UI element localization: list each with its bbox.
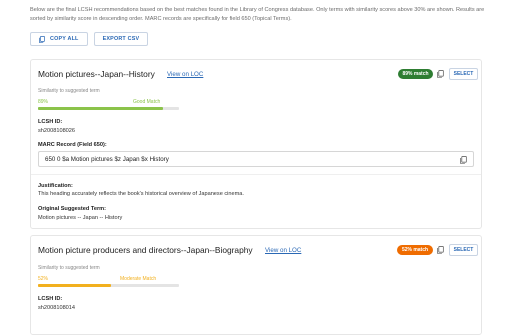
select-button[interactable]: SELECT [449,68,478,80]
export-csv-button[interactable]: EXPORT CSV [93,32,149,46]
intro-text: Below are the final LCSH recommendations… [30,7,485,22]
result-title: Motion picture producers and directors--… [38,245,253,255]
lcsh-id-value: sh2008108026 [38,128,76,134]
similarity-bar [38,284,179,287]
marc-record-field: 650 0 $a Motion pictures $z Japan $x His… [38,151,474,167]
justification-text: This heading accurately reflects the boo… [38,191,244,197]
lcsh-id-value: sh2008108014 [38,305,76,311]
copy-icon[interactable] [460,156,467,164]
similarity-bar [38,107,179,110]
similarity-label: Similarity to suggested term [38,88,100,94]
match-badge: 89% match [398,69,433,79]
copy-all-label: COPY ALL [50,36,79,42]
export-csv-label: EXPORT CSV [102,36,140,42]
action-bar: COPY ALL EXPORT CSV [30,32,149,46]
result-card: Motion pictures--Japan--History View on … [30,59,482,229]
lcsh-id-label: LCSH ID: [38,119,63,125]
match-badge: 52% match [397,245,433,255]
match-quality: Good Match [133,99,161,105]
marc-record-value: 650 0 $a Motion pictures $z Japan $x His… [45,156,169,163]
match-quality: Moderate Match [120,276,157,282]
original-term-label: Original Suggested Term: [38,206,106,212]
copy-icon[interactable] [437,70,444,78]
result-card: Motion picture producers and directors--… [30,235,482,335]
justification-label: Justification: [38,183,73,189]
view-on-loc-link[interactable]: View on LOC [265,247,301,254]
copy-all-button[interactable]: COPY ALL [30,32,88,46]
view-on-loc-link[interactable]: View on LOC [167,71,203,78]
divider [31,174,481,175]
copy-icon [39,35,45,43]
marc-record-label: MARC Record (Field 650): [38,142,107,148]
similarity-bar-fill [38,284,112,287]
lcsh-id-label: LCSH ID: [38,296,63,302]
similarity-percent: 89% [38,99,49,105]
similarity-bar-fill [38,107,164,110]
similarity-percent: 52% [38,276,49,282]
select-button[interactable]: SELECT [449,244,478,256]
copy-icon[interactable] [437,246,444,254]
similarity-label: Similarity to suggested term [38,265,100,271]
original-term-value: Motion pictures -- Japan -- History [38,215,123,221]
result-title: Motion pictures--Japan--History [38,69,155,79]
